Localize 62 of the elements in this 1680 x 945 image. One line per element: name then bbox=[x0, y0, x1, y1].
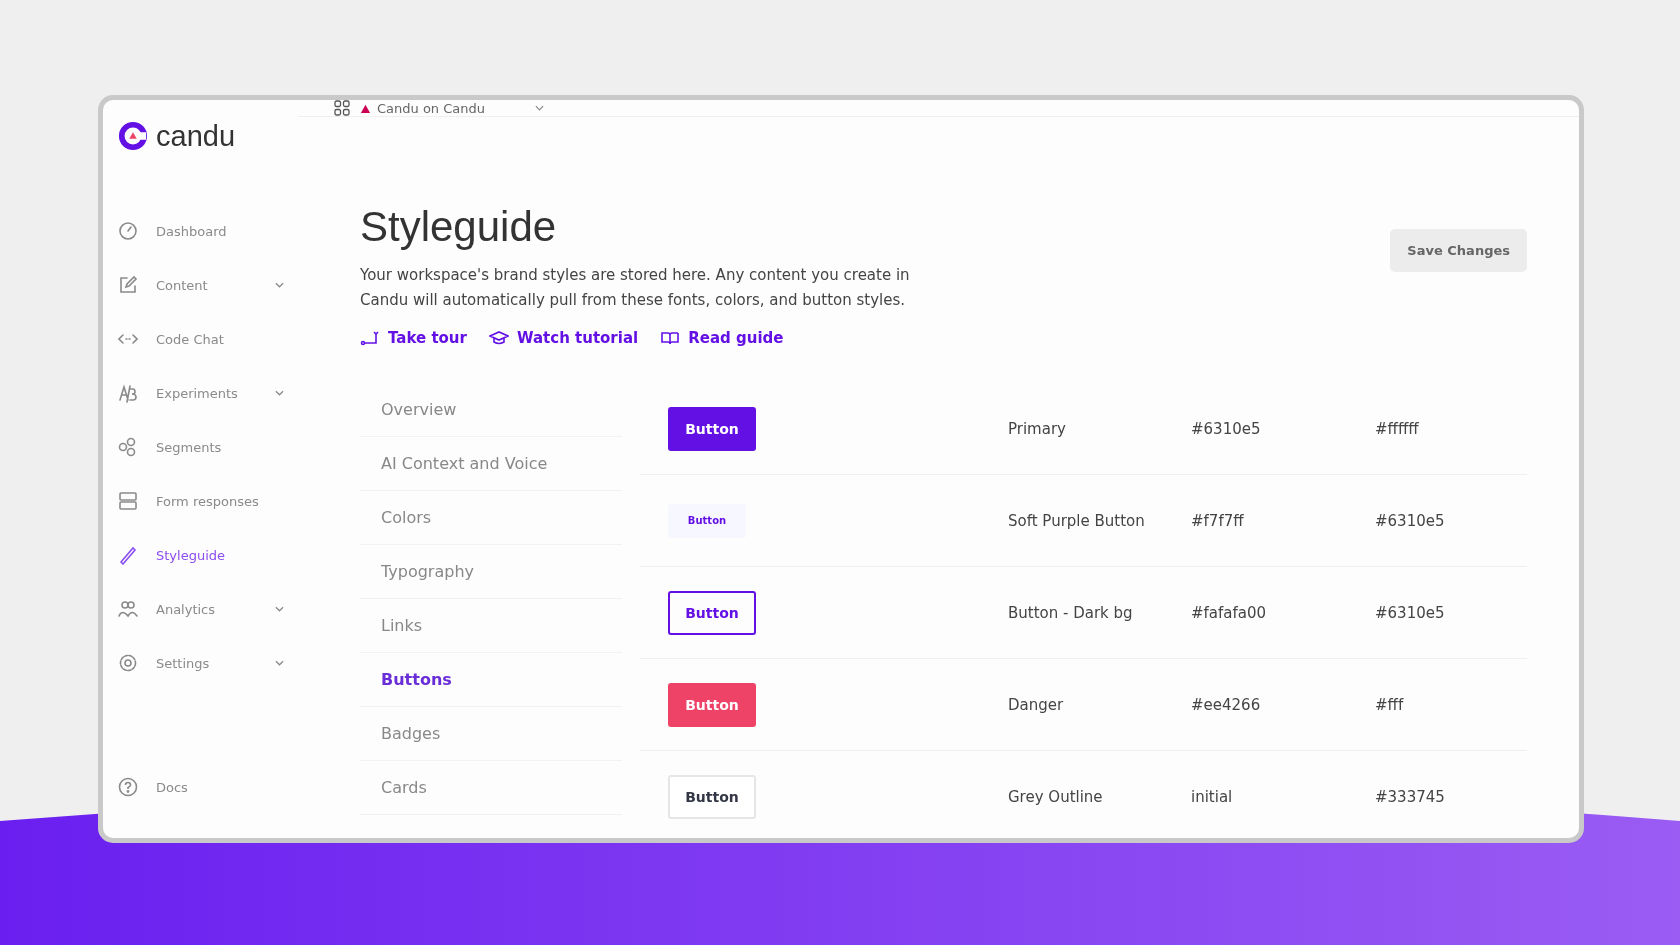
help-link[interactable]: Take tour bbox=[360, 329, 467, 347]
style-name: Button - Dark bg bbox=[1008, 603, 1134, 622]
help-icon bbox=[118, 777, 138, 797]
section-tab[interactable]: Buttons bbox=[360, 653, 622, 707]
background-value: #6310e5 bbox=[1191, 419, 1262, 438]
section-tab[interactable]: Cards bbox=[360, 761, 622, 815]
style-name: Danger bbox=[1008, 695, 1065, 714]
section-tab[interactable]: Typography bbox=[360, 545, 622, 599]
background-value: initial bbox=[1191, 787, 1234, 806]
style-name: Soft Purple Button bbox=[1008, 511, 1146, 530]
help-link[interactable]: Watch tutorial bbox=[488, 329, 639, 347]
section-tab[interactable]: AI Context and Voice bbox=[360, 437, 622, 491]
style-name: Primary bbox=[1008, 419, 1067, 438]
text-color-value: #fff bbox=[1375, 695, 1404, 714]
background-value: #ee4266 bbox=[1191, 695, 1262, 714]
text-color-value: #ffffff bbox=[1375, 419, 1419, 438]
background-value: #f7f7ff bbox=[1191, 511, 1245, 530]
gauge-icon bbox=[118, 221, 138, 241]
path-icon bbox=[360, 330, 380, 346]
section-tab[interactable]: Colors bbox=[360, 491, 622, 545]
sidebar-item[interactable]: Dashboard bbox=[118, 218, 298, 244]
sidebar-item[interactable]: Form responses bbox=[118, 488, 298, 514]
grid-icon bbox=[334, 100, 350, 116]
preview-button[interactable]: Button bbox=[668, 590, 756, 635]
circles-icon bbox=[118, 437, 138, 457]
page-title: Styleguide bbox=[360, 203, 558, 251]
sidebar-item[interactable]: Styleguide bbox=[118, 542, 298, 568]
sidebar-item[interactable]: Docs bbox=[118, 774, 298, 800]
logo-icon bbox=[118, 121, 148, 151]
settings-icon bbox=[118, 653, 138, 673]
sidebar-item[interactable]: Content bbox=[118, 272, 298, 298]
section-tab[interactable]: Overview bbox=[360, 383, 622, 437]
graduation-cap-icon bbox=[488, 330, 509, 346]
section-tab[interactable]: Links bbox=[360, 599, 622, 653]
text-color-value: #6310e5 bbox=[1375, 511, 1445, 530]
text-color-value: #333745 bbox=[1375, 787, 1445, 806]
ship-icon bbox=[360, 102, 371, 114]
background-value: #fafafa00 bbox=[1191, 603, 1268, 622]
preview-button[interactable]: Button bbox=[668, 682, 756, 727]
brush-icon bbox=[118, 545, 138, 565]
preview-button[interactable]: Button bbox=[668, 774, 756, 819]
section-tab[interactable]: Badges bbox=[360, 707, 622, 761]
save-changes-button[interactable]: Save Changes bbox=[1390, 229, 1527, 272]
preview-button[interactable]: Button bbox=[668, 503, 746, 538]
form-icon bbox=[118, 491, 138, 511]
help-link[interactable]: Read guide bbox=[660, 329, 784, 347]
workspace-selector[interactable]: Candu on Candu bbox=[334, 100, 544, 116]
people-icon bbox=[118, 599, 138, 619]
sidebar-item[interactable]: Settings bbox=[118, 650, 298, 676]
logo-text: candu bbox=[156, 119, 235, 153]
style-name: Grey Outline bbox=[1008, 787, 1104, 806]
sidebar-item[interactable]: Segments bbox=[118, 434, 298, 460]
sidebar-item[interactable]: Code Chat bbox=[118, 326, 298, 352]
book-icon bbox=[660, 330, 681, 346]
text-color-value: #6310e5 bbox=[1375, 603, 1445, 622]
page-description: Your workspace's brand styles are stored here. Any content you create in Candu will automatically pull from these fonts, colors, and button styles. bbox=[360, 265, 911, 311]
preview-button[interactable]: Button bbox=[668, 406, 756, 451]
ab-icon bbox=[118, 383, 138, 403]
sidebar-item[interactable]: Experiments bbox=[118, 380, 298, 406]
chevron-icon bbox=[535, 105, 544, 111]
edit-icon bbox=[118, 275, 138, 295]
sidebar-item[interactable]: Analytics bbox=[118, 596, 298, 622]
